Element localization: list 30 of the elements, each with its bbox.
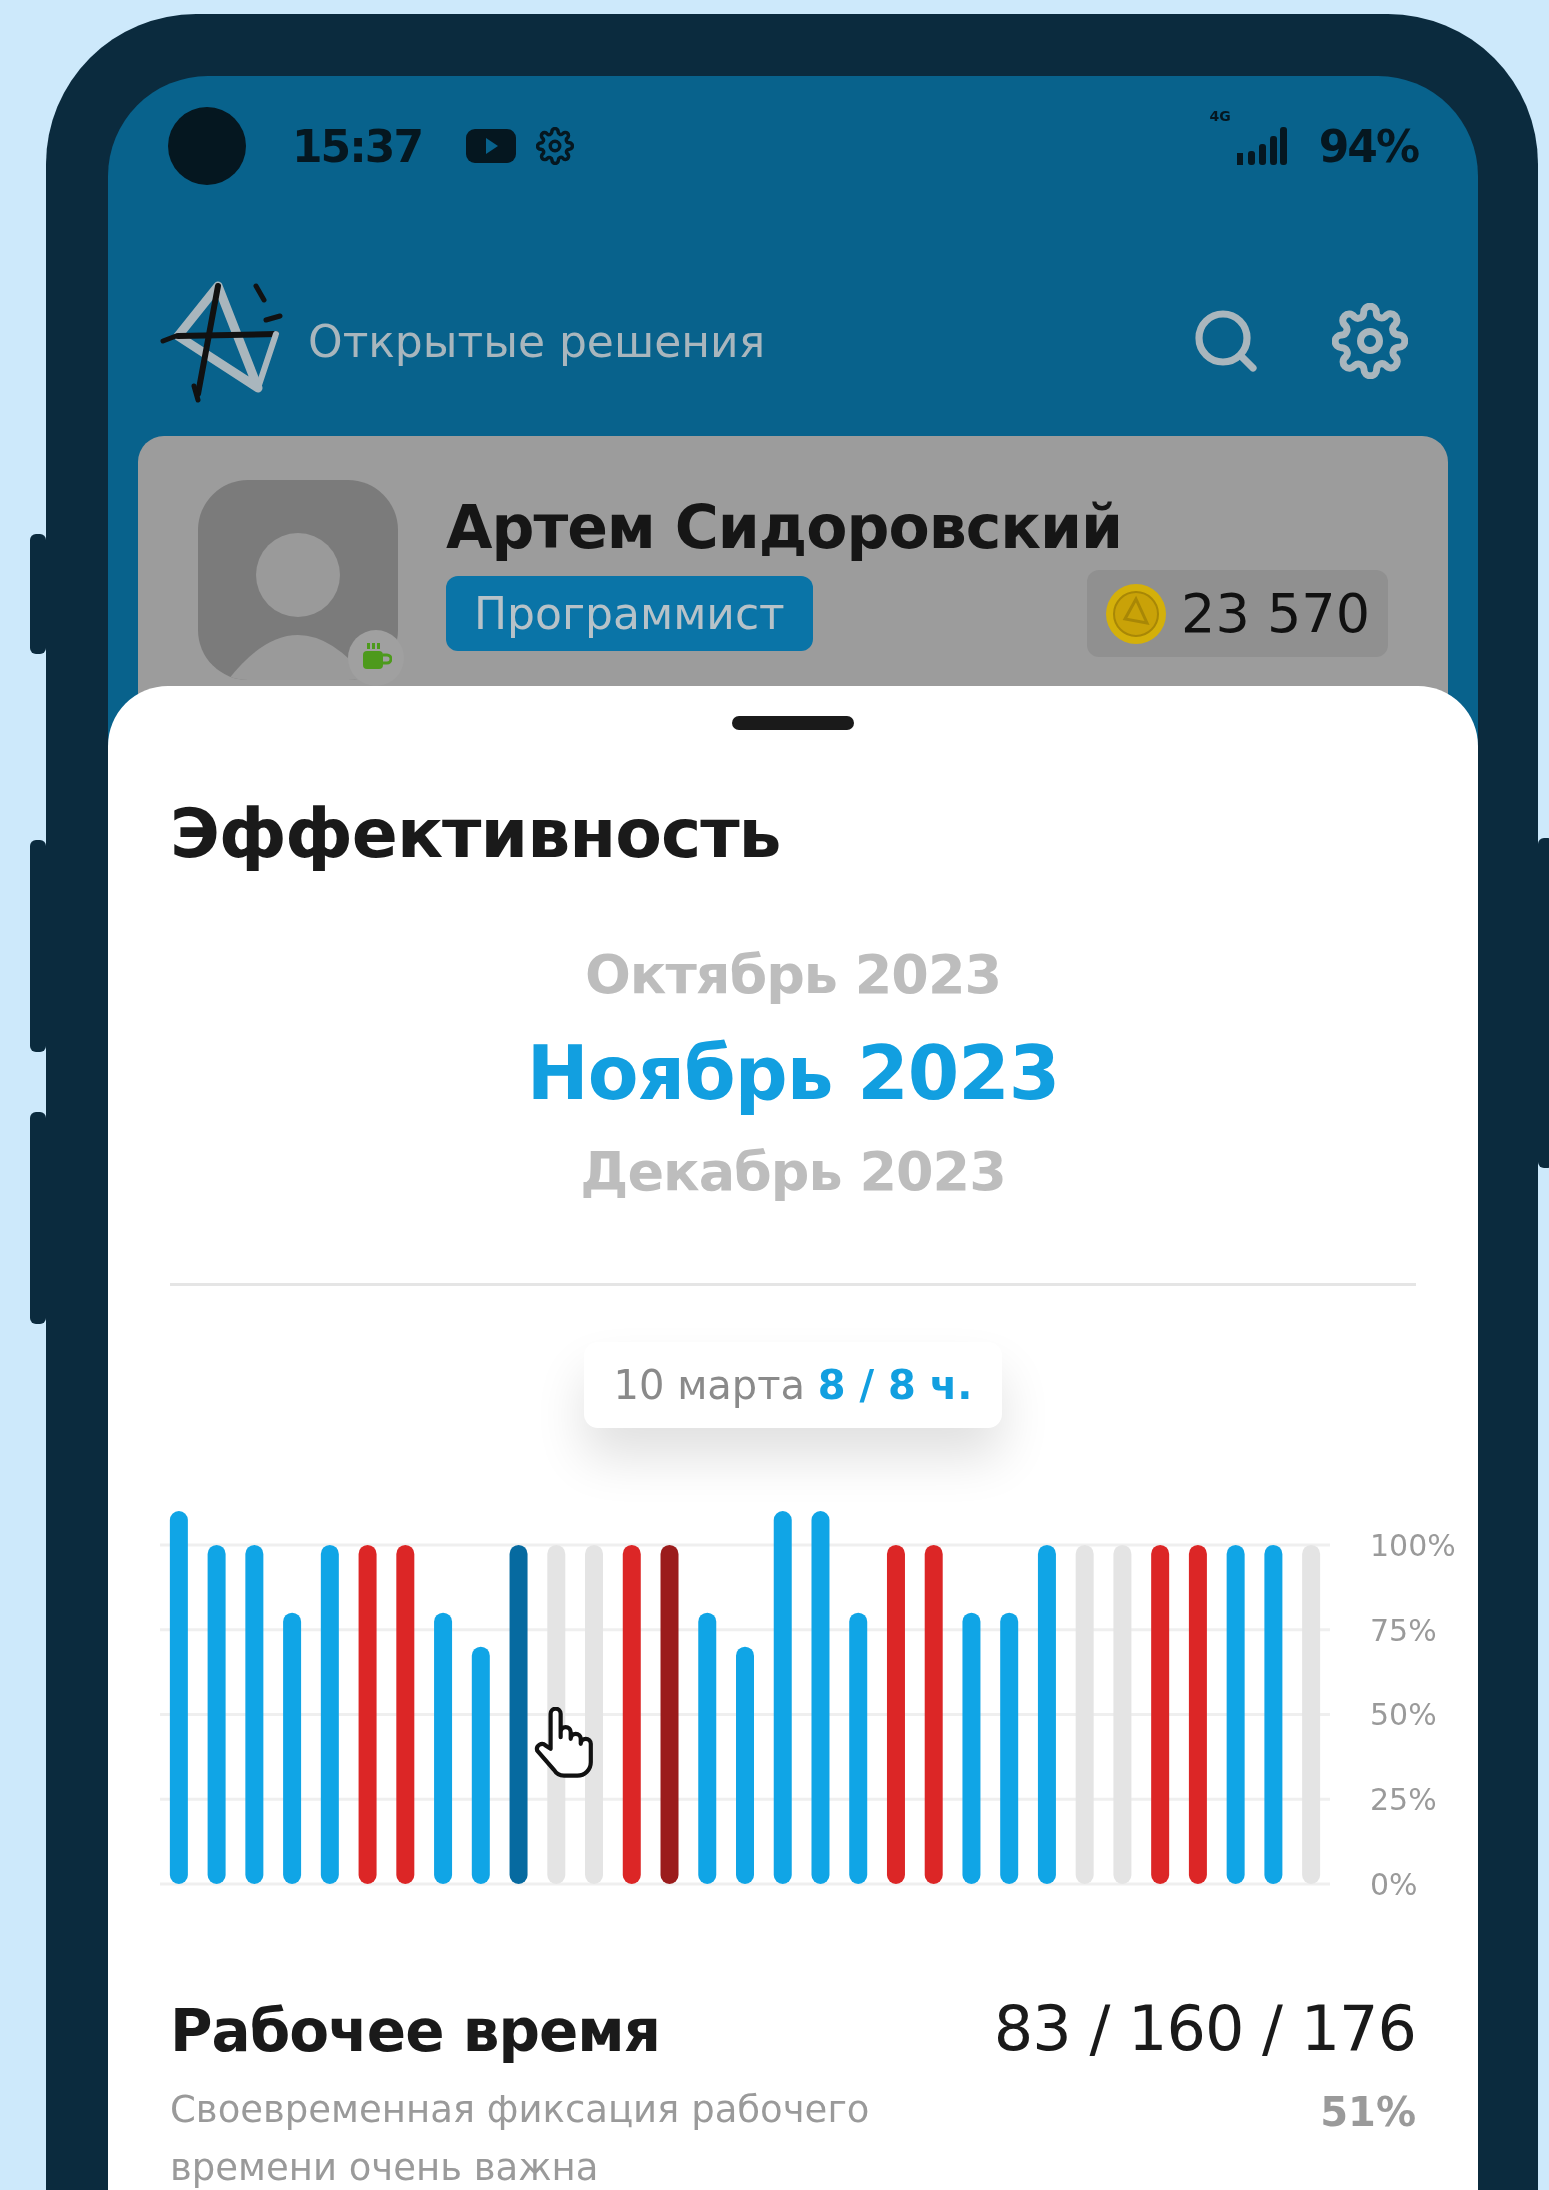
axis-label: 0% (1370, 1867, 1418, 1902)
gear-icon (536, 127, 575, 165)
hours-value: 83 / 160 / 176 (993, 1992, 1416, 2065)
sheet-title: Эффективность (170, 794, 782, 873)
hand-cursor-icon (532, 1707, 596, 1779)
section-title: Рабочее время (170, 1997, 661, 2065)
month-option[interactable]: Ноябрь 2023 (526, 1030, 1060, 1116)
chart-tooltip: 10 марта 8 / 8 ч. (583, 1342, 1003, 1428)
clock: 15:37 (292, 120, 423, 172)
axis-label: 50% (1370, 1697, 1437, 1733)
network-label: 4G (1209, 108, 1231, 124)
drag-handle[interactable] (732, 716, 854, 730)
side-button[interactable] (30, 534, 46, 654)
user-name: Артем Сидоровский (446, 492, 1124, 562)
axis-label: 25% (1370, 1782, 1437, 1818)
video-icon (466, 129, 517, 163)
axis-label: 75% (1370, 1612, 1437, 1648)
section-description: Своевременная фиксация рабочего времени очень важна (170, 2087, 871, 2190)
app-title: Открытые решения (308, 315, 767, 367)
signal-icon (1236, 127, 1287, 165)
settings-icon[interactable] (1332, 303, 1408, 379)
month-option[interactable]: Октябрь 2023 (584, 943, 1002, 1006)
role-badge: Программист (446, 576, 813, 651)
percent-value: 51% (1320, 2088, 1416, 2137)
battery-level: 94% (1318, 120, 1418, 172)
month-option[interactable]: Декабрь 2023 (580, 1140, 1006, 1203)
coin-count: 23 570 (1181, 582, 1370, 645)
bar[interactable] (585, 1544, 604, 1884)
axis-label: 100% (1370, 1527, 1456, 1563)
coin-icon (1105, 582, 1168, 645)
